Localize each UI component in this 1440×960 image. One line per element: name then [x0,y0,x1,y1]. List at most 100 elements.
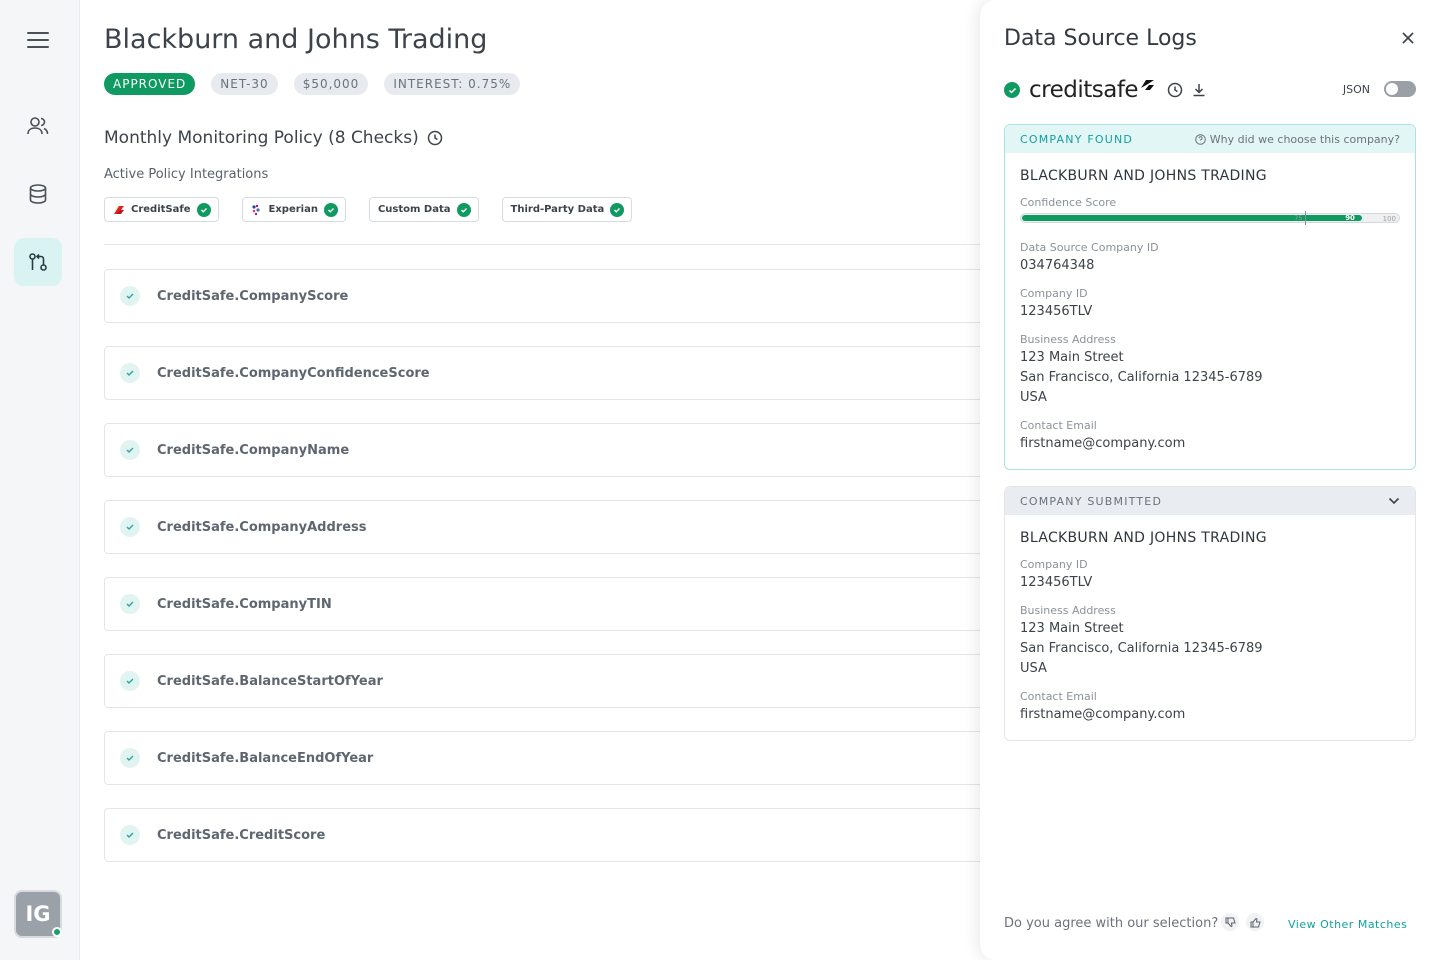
check-icon [120,671,140,691]
business-address-label: Business Address [1020,604,1116,617]
check-icon [323,202,338,217]
history-icon[interactable] [427,130,443,146]
chevron-down-icon[interactable] [1388,497,1400,505]
menu-icon [27,32,49,48]
panel-title: Data Source Logs [1004,26,1197,51]
check-label: CreditSafe.CompanyName [157,442,350,458]
contact-email-label: Contact Email [1020,690,1097,703]
check-row[interactable]: CreditSafe.CreditScore [104,808,1004,862]
chip-label: Experian [268,204,318,215]
database-icon [29,184,47,204]
check-label: CreditSafe.CompanyScore [157,288,349,304]
check-row[interactable]: CreditSafe.CompanyScore [104,269,1004,323]
integration-chips: CreditSafe Experian Custom Data Third-Pa… [104,197,633,222]
online-status-dot [52,927,62,937]
creditsafe-swoosh-icon [1141,80,1155,90]
json-toggle-label: JSON [1342,83,1370,96]
confidence-bar: 75 90 100 [1020,211,1400,225]
check-icon [196,202,211,217]
company-found-label: COMPANY FOUND [1020,132,1134,146]
status-badge: APPROVED [104,73,196,95]
contact-email-value: firstname@company.com [1020,707,1186,722]
company-submitted-card: COMPANY SUBMITTED BLACKBURN AND JOHNS TR… [1004,486,1416,741]
company-found-header: COMPANY FOUND Why did we choose this com… [1005,125,1415,153]
close-icon [1402,32,1414,44]
data-source-header: creditsafe JSON [1004,76,1416,104]
nav-customers[interactable] [14,102,62,150]
page-title: Blackburn and Johns Trading [104,24,488,55]
contact-email-label: Contact Email [1020,419,1097,432]
check-row[interactable]: CreditSafe.CompanyAddress [104,500,1004,554]
users-icon [27,117,49,135]
creditsafe-logo: creditsafe [1029,77,1139,103]
check-label: CreditSafe.CompanyConfidenceScore [157,365,430,381]
nav-data-sources[interactable] [14,170,62,218]
integrations-label: Active Policy Integrations [104,167,269,182]
interest-badge: INTEREST: 0.75% [384,73,521,95]
company-name: BLACKBURN AND JOHNS TRADING [1020,530,1267,546]
confidence-value: 90 [1345,214,1355,222]
integration-chip-creditsafe[interactable]: CreditSafe [104,197,219,222]
check-label: CreditSafe.CreditScore [157,827,326,843]
history-icon[interactable] [1167,82,1183,98]
check-label: CreditSafe.CompanyTIN [157,596,332,612]
check-row[interactable]: CreditSafe.CompanyName [104,423,1004,477]
check-icon [456,202,471,217]
status-badges: APPROVED NET-30 $50,000 INTEREST: 0.75% [104,73,521,95]
main-content: Blackburn and Johns Trading APPROVED NET… [104,0,1004,960]
view-other-matches-link[interactable]: View Other Matches [1288,918,1407,931]
thumbs-up-button[interactable] [1246,913,1264,931]
check-row[interactable]: CreditSafe.CompanyTIN [104,577,1004,631]
check-row[interactable]: CreditSafe.BalanceStartOfYear [104,654,1004,708]
chip-label: Third-Party Data [510,204,605,215]
check-icon [120,440,140,460]
check-icon [120,286,140,306]
address-line-2: San Francisco, California 12345-6789 [1020,641,1263,656]
terms-badge: NET-30 [211,73,278,95]
check-row[interactable]: CreditSafe.BalanceEndOfYear [104,731,1004,785]
address-line-3: USA [1020,661,1047,676]
creditsafe-logo-icon [114,205,124,214]
agreement-question: Do you agree with our selection? [1004,916,1219,931]
company-name: BLACKBURN AND JOHNS TRADING [1020,168,1267,184]
company-submitted-header[interactable]: COMPANY SUBMITTED [1005,487,1415,515]
check-icon [120,594,140,614]
json-toggle[interactable] [1384,81,1416,97]
why-chosen-text: Why did we choose this company? [1209,132,1400,146]
check-label: CreditSafe.BalanceEndOfYear [157,750,374,766]
check-icon [610,202,625,217]
credit-limit-badge: $50,000 [293,73,369,95]
integration-chip-experian[interactable]: Experian [241,197,346,222]
menu-button[interactable] [14,16,62,64]
check-icon [120,825,140,845]
nav-integrations[interactable] [14,238,62,286]
check-label: CreditSafe.BalanceStartOfYear [157,673,383,689]
company-id-value: 123456TLV [1020,575,1093,590]
company-id-label: Company ID [1020,558,1088,571]
check-icon [120,748,140,768]
thumbs-down-icon [1225,917,1236,927]
download-icon[interactable] [1191,82,1207,98]
thumbs-down-button[interactable] [1221,913,1239,931]
confidence-threshold-label: 75 [1294,215,1303,222]
chip-label: Custom Data [377,204,451,215]
divider [104,244,1004,245]
verified-icon [1004,82,1020,98]
data-source-logs-panel: Data Source Logs creditsafe JSON COMPANY… [980,0,1440,960]
address-line-1: 123 Main Street [1020,621,1124,636]
check-row[interactable]: CreditSafe.CompanyConfidenceScore [104,346,1004,400]
why-chosen-link[interactable]: Why did we choose this company? [1194,132,1400,146]
contact-email-value: firstname@company.com [1020,436,1186,451]
company-id-value: 123456TLV [1020,304,1093,319]
close-button[interactable] [1398,28,1418,48]
address-line-1: 123 Main Street [1020,350,1124,365]
check-icon [120,517,140,537]
chip-label: CreditSafe [131,204,191,215]
integration-chip-custom-data[interactable]: Custom Data [368,197,479,222]
confidence-threshold-marker [1304,211,1306,225]
policy-title: Monthly Monitoring Policy (8 Checks) [104,128,443,148]
ds-company-id-value: 034764348 [1020,258,1095,273]
check-label: CreditSafe.CompanyAddress [157,519,367,535]
integration-chip-third-party-data[interactable]: Third-Party Data [501,197,633,222]
policy-title-text: Monthly Monitoring Policy (8 Checks) [104,128,419,148]
